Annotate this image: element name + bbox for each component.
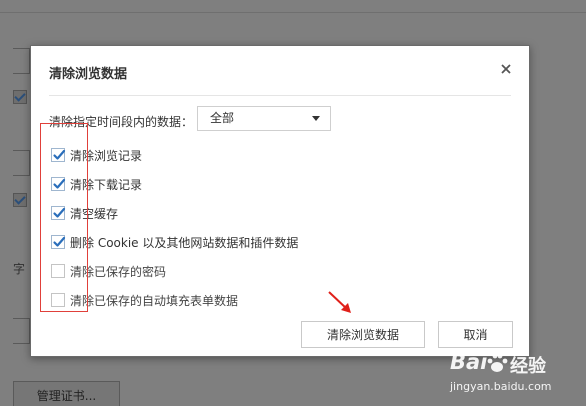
clear-option-1[interactable]: 清除浏览记录	[51, 146, 142, 164]
manage-cert-button[interactable]: 管理证书...	[13, 381, 120, 406]
checkbox-checked[interactable]	[51, 177, 66, 191]
bg-checkbox	[13, 193, 27, 207]
caret-down-icon	[312, 116, 320, 121]
dialog-title: 清除浏览数据	[49, 67, 128, 82]
bg-input-edge	[13, 48, 30, 74]
checkbox-checked[interactable]	[51, 206, 66, 220]
clear-option-label: 清空缓存	[70, 206, 119, 221]
bg-divider	[0, 12, 586, 13]
checkmark-icon	[53, 207, 66, 218]
clear-option-label: 清除已保存的密码	[70, 264, 167, 279]
checkbox-unchecked[interactable]	[51, 264, 65, 278]
checkbox-unchecked[interactable]	[51, 293, 65, 307]
bg-checkbox	[13, 90, 27, 104]
clear-option-3[interactable]: 清空缓存	[51, 204, 118, 222]
checkbox-checked[interactable]	[51, 148, 66, 162]
clear-option-4[interactable]: 删除 Cookie 以及其他网站数据和插件数据	[51, 233, 298, 251]
red-arrow-annotation	[328, 291, 351, 313]
bg-input-edge	[13, 318, 30, 344]
close-icon[interactable]	[499, 62, 513, 76]
checkmark-icon	[53, 178, 66, 189]
cancel-button[interactable]: 取消	[438, 321, 513, 348]
checkbox-checked[interactable]	[51, 235, 66, 249]
title-divider	[49, 95, 511, 96]
clear-option-2[interactable]: 清除下载记录	[51, 175, 142, 193]
clear-option-label: 清除已保存的自动填充表单数据	[70, 293, 239, 308]
checkmark-icon	[53, 236, 66, 247]
clear-browsing-data-dialog: 清除浏览数据 清除指定时间段内的数据： 全部 清除浏览记录 清除下载记录 清空缓存删…	[30, 45, 530, 357]
bg-input-edge	[13, 150, 30, 176]
clear-option-label: 清除浏览记录	[70, 148, 143, 163]
bg-label-char: 字	[13, 262, 26, 276]
clear-option-label: 清除下载记录	[70, 177, 143, 192]
time-range-value: 全部	[210, 111, 235, 125]
checkmark-icon	[53, 149, 66, 160]
time-range-select[interactable]: 全部	[197, 106, 331, 131]
clear-browsing-data-button[interactable]: 清除浏览数据	[301, 321, 425, 348]
clear-option-6[interactable]: 清除已保存的自动填充表单数据	[51, 291, 238, 309]
time-range-label: 清除指定时间段内的数据：	[49, 115, 194, 129]
clear-option-5[interactable]: 清除已保存的密码	[51, 262, 166, 280]
clear-option-label: 删除 Cookie 以及其他网站数据和插件数据	[70, 235, 299, 250]
